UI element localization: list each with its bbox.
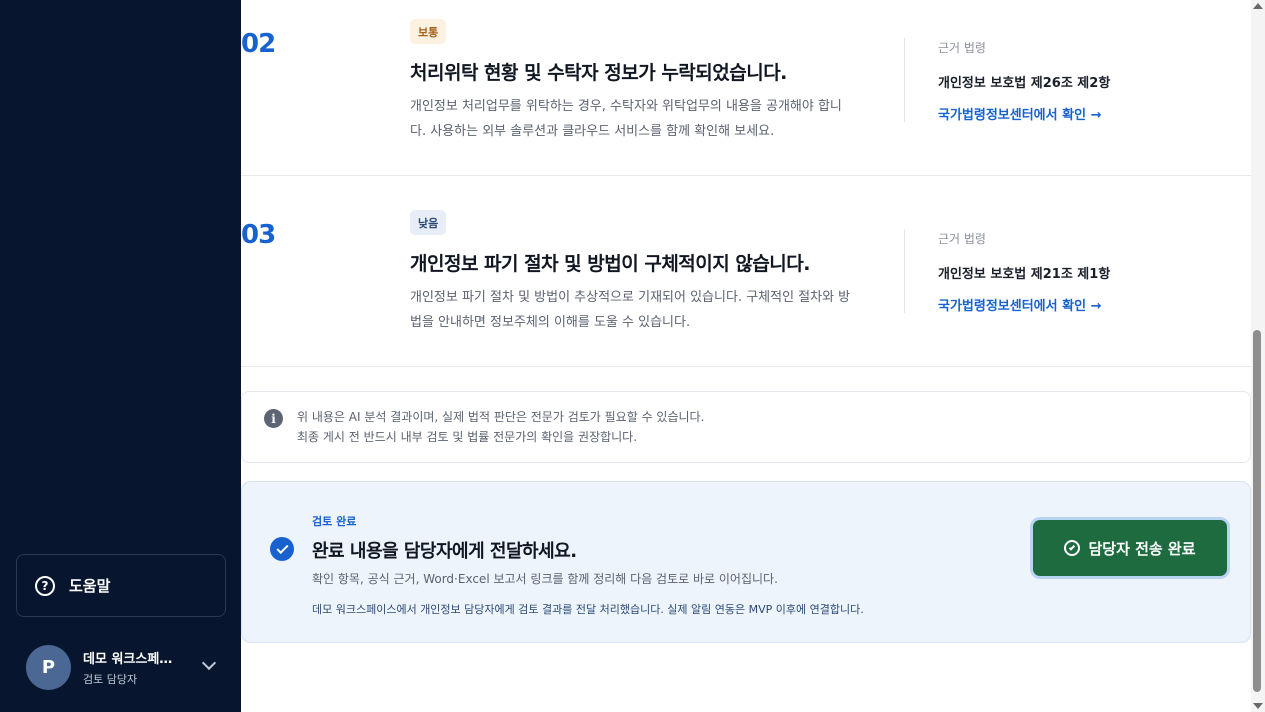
law-heading: 근거 법령 [938, 232, 986, 246]
completion-label: 검토 완료 [312, 515, 357, 528]
check-circle-icon [1064, 540, 1081, 556]
help-button[interactable]: ? 도움말 [16, 554, 226, 617]
issue-item: 03 낮음 개인정보 파기 절차 및 방법이 구체적이지 않습니다. 개인정보 … [241, 176, 1251, 366]
issue-number: 03 [241, 220, 276, 250]
send-button-label: 담당자 전송 완료 [1088, 539, 1196, 558]
completion-note: 데모 워크스페이스에서 개인정보 담당자에게 검토 결과를 전달 처리했습니다.… [312, 603, 864, 616]
issue-description: 개인정보 파기 절차 및 방법이 추상적으로 기재되어 있습니다. 구체적인 절… [410, 290, 851, 330]
severity-badge: 낮음 [410, 210, 447, 235]
ai-notice: i 위 내용은 AI 분석 결과이며, 실제 법적 판단은 전문가 검토가 필요… [241, 391, 1251, 463]
issue-item: 02 보통 처리위탁 현황 및 수탁자 정보가 누락되었습니다. 개인정보 처리… [241, 0, 1251, 175]
scroll-up-arrow[interactable] [1253, 3, 1263, 9]
law-name: 개인정보 보호법 제26조 제2항 [938, 76, 1111, 91]
issue-description: 개인정보 처리업무를 위탁하는 경우, 수탁자와 위탁업무의 내용을 공개해야 … [410, 99, 842, 139]
law-heading: 근거 법령 [938, 41, 986, 55]
help-icon: ? [35, 575, 55, 596]
law-link[interactable]: 국가법령정보센터에서 확인 → [938, 104, 1101, 123]
review-complete-card: 검토 완료 완료 내용을 담당자에게 전달하세요. 확인 항목, 공식 근거, … [241, 481, 1251, 643]
law-link[interactable]: 국가법령정보센터에서 확인 → [938, 295, 1101, 314]
user-menu[interactable]: P 데모 워크스페… 검토 담당자 [26, 644, 226, 690]
sidebar: ? 도움말 P 데모 워크스페… 검토 담당자 [0, 0, 241, 712]
user-role: 검토 담당자 [83, 672, 138, 686]
help-label: 도움말 [69, 577, 111, 595]
chevron-down-icon[interactable] [201, 655, 217, 671]
info-icon: i [264, 409, 283, 428]
divider [904, 229, 905, 313]
divider [241, 366, 1251, 367]
scroll-down-arrow[interactable] [1253, 703, 1263, 709]
issue-title: 처리위탁 현황 및 수탁자 정보가 누락되었습니다. [410, 62, 787, 84]
check-circle-icon [270, 537, 294, 561]
severity-badge: 보통 [410, 19, 447, 44]
completion-description: 확인 항목, 공식 근거, Word·Excel 보고서 링크를 함께 정리해 … [312, 572, 778, 586]
issue-title: 개인정보 파기 절차 및 방법이 구체적이지 않습니다. [410, 253, 811, 275]
law-name: 개인정보 보호법 제21조 제1항 [938, 267, 1111, 282]
scrollbar[interactable] [1251, 0, 1265, 712]
completion-title: 완료 내용을 담당자에게 전달하세요. [312, 541, 577, 562]
send-complete-button[interactable]: 담당자 전송 완료 [1033, 520, 1227, 576]
issue-number: 02 [241, 29, 276, 59]
scrollbar-thumb[interactable] [1253, 330, 1261, 692]
avatar: P [26, 644, 71, 690]
notice-text: 위 내용은 AI 분석 결과이며, 실제 법적 판단은 전문가 검토가 필요할 … [297, 410, 705, 444]
divider [904, 38, 905, 122]
user-name: 데모 워크스페… [83, 651, 173, 667]
